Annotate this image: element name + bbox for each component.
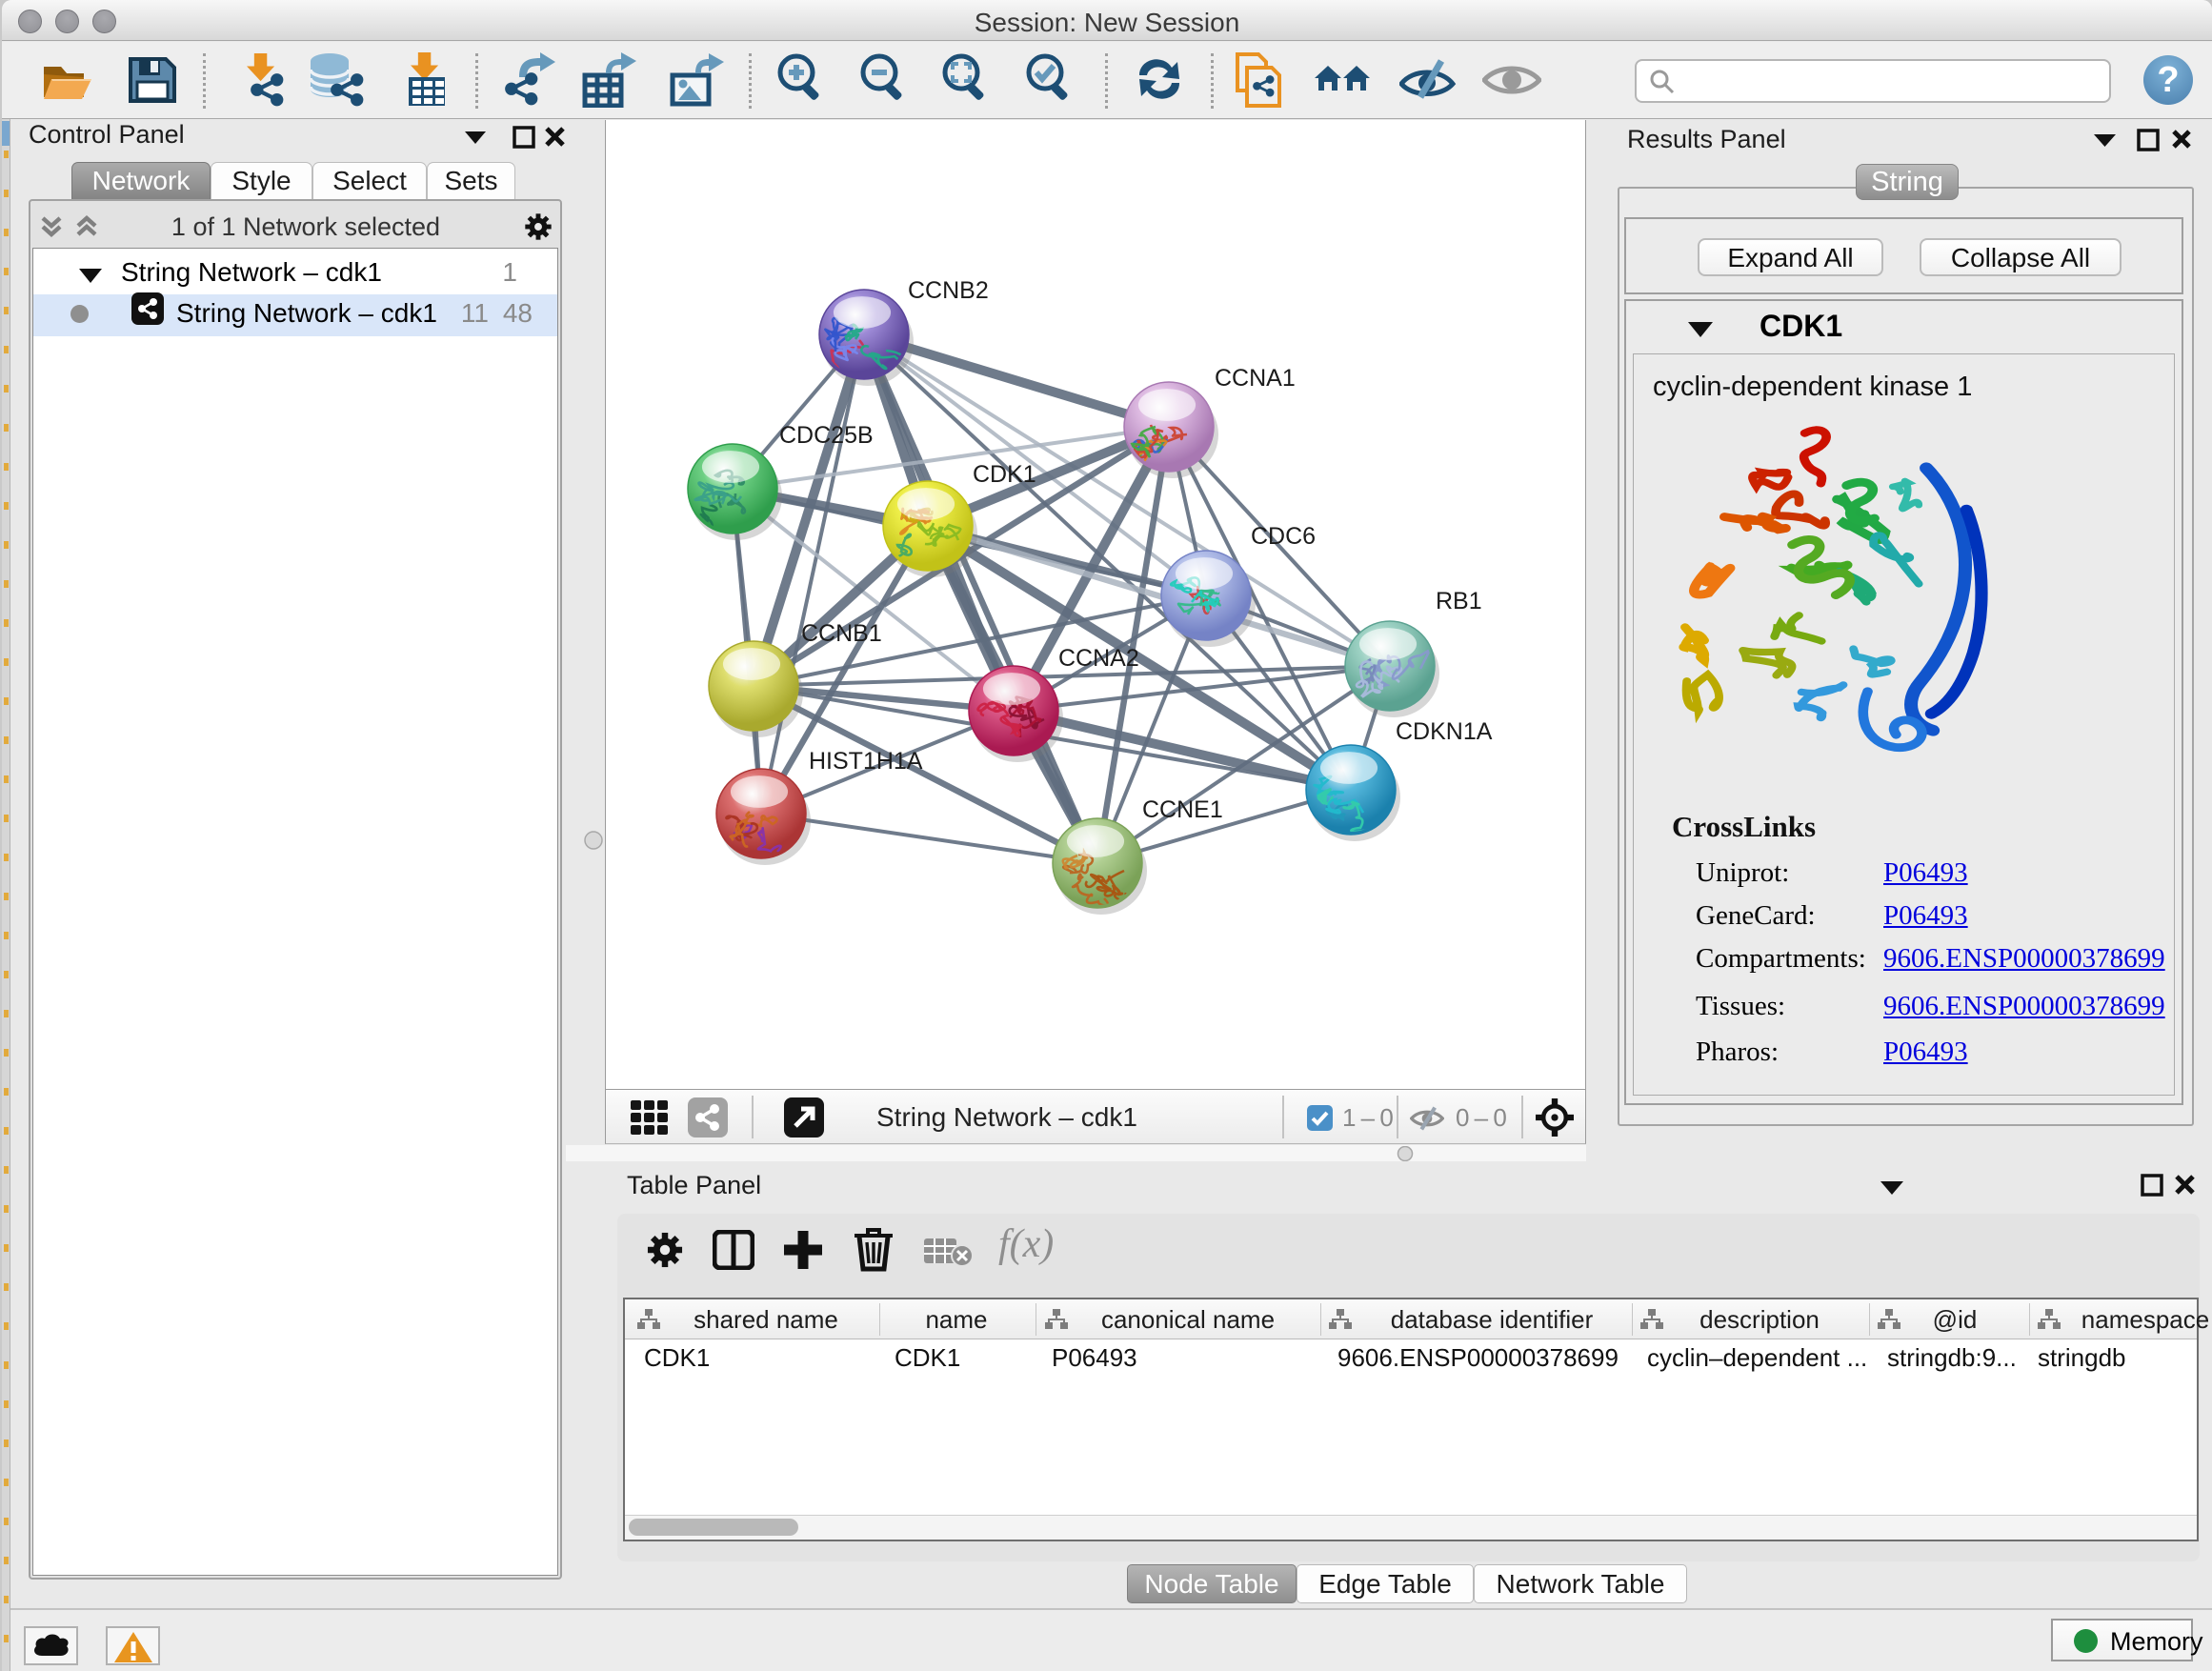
svg-text:CCNA1: CCNA1: [1215, 365, 1296, 392]
svg-text:CCNE1: CCNE1: [1142, 796, 1223, 823]
svg-text:CCNA2: CCNA2: [1058, 645, 1139, 672]
svg-text:CDC6: CDC6: [1251, 523, 1316, 550]
svg-text:CCNB2: CCNB2: [908, 277, 989, 304]
svg-text:CDC25B: CDC25B: [779, 422, 874, 449]
svg-text:CDKN1A: CDKN1A: [1396, 718, 1493, 745]
svg-text:HIST1H1A: HIST1H1A: [809, 748, 923, 775]
svg-text:CCNB1: CCNB1: [801, 620, 882, 647]
svg-text:CDK1: CDK1: [973, 461, 1036, 488]
svg-text:RB1: RB1: [1436, 588, 1482, 614]
